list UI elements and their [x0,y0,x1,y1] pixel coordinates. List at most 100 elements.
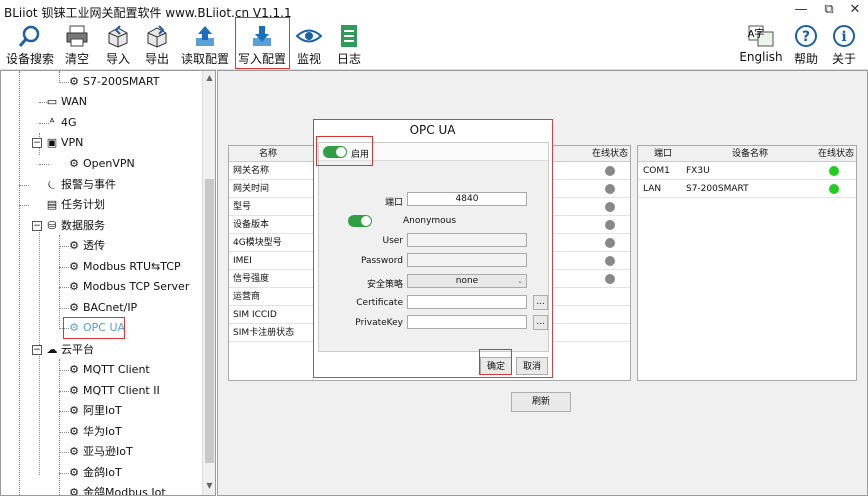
box-import-icon [108,25,128,48]
opcua-highlight [63,317,125,339]
monitor-button[interactable]: 监视 [294,22,324,68]
collapse-data-service-icon[interactable]: − [32,221,42,231]
collapse-vpn-icon[interactable]: − [32,138,42,148]
password-label: Password [360,256,403,266]
log-button[interactable]: 日志 [334,22,364,68]
printer-icon [66,25,88,47]
header-device: 设备名称 [732,149,769,159]
scroll-up-icon[interactable]: ▲ [203,73,215,82]
table-row[interactable]: COM1 FX3U [638,162,856,180]
import-button[interactable]: 导入 [104,22,132,68]
offline-indicator [605,220,615,230]
device-icon: ⚙ [69,75,79,88]
security-policy-select[interactable]: none ⌄ [407,274,527,288]
tree-item-passthrough[interactable]: ⚙ 透传 [67,236,105,256]
refresh-button[interactable]: 刷新 [511,392,571,412]
export-button[interactable]: 导出 [142,22,172,68]
gear-icon: ⚙ [69,280,79,293]
tree-item-amazon[interactable]: ⚙ 亚马逊IoT [67,442,133,462]
user-input[interactable] [407,233,527,247]
sidebar-scrollbar[interactable]: ▲ ▼ [202,71,215,495]
offline-indicator [605,238,615,248]
tree-item-openvpn[interactable]: ⚙ OpenVPN [67,154,135,174]
row-label: SIM ICCID [233,310,277,320]
header-name: 名称 [259,149,278,159]
box-export-icon [147,25,167,48]
row-label: 型号 [233,202,252,212]
password-input[interactable] [407,253,527,267]
private-key-browse-button[interactable]: ... [533,315,548,330]
tree-item-4g[interactable]: ᴬ 4G [45,113,77,133]
about-button[interactable]: i 关于 [830,22,858,68]
upload-icon [196,26,214,46]
device-status-panel: 端口 设备名称 在线状态 COM1 FX3U LAN S7-200SMART [637,145,857,381]
row-label: SIM卡注册状态 [233,328,295,338]
tree-item-vpn[interactable]: ▣ VPN [45,133,84,153]
online-indicator [829,166,839,176]
port-label: 端口 [384,198,403,208]
tree-item-alarm[interactable]: ⏾ 报警与事件 [45,175,116,195]
clear-button[interactable]: 清空 [62,22,92,68]
calendar-icon: ▤ [46,198,58,211]
restore-button[interactable]: ⧉ [818,2,840,17]
dialog-body: 启用 端口 4840 Anonymous User Password 安全策略 … [318,142,549,352]
help-icon: ? [795,25,817,47]
tree-item-last[interactable]: ⚙ 金鸽Modbus Iot [67,483,166,495]
port-input[interactable]: 4840 [407,192,527,206]
svg-text:?: ? [802,29,810,45]
document-icon [341,25,357,47]
sidebar-tree: ⚙ S7-200SMART ▭ WAN ᴬ 4G − ▣ VPN ⚙ OpenVPN ⏾ 报… [0,70,216,496]
tree-item-s7[interactable]: ⚙ S7-200SMART [67,72,159,92]
help-button[interactable]: ? 帮助 [792,22,820,68]
close-button[interactable]: ✕ [844,2,866,17]
row-label: 信号强度 [233,274,270,284]
cancel-button[interactable]: 取消 [516,357,548,375]
private-key-input[interactable] [407,315,527,329]
tree-item-bacnet[interactable]: ⚙ BACnet/IP [67,298,137,318]
collapse-cloud-icon[interactable]: − [32,345,42,355]
offline-indicator [605,202,615,212]
offline-indicator [605,184,615,194]
tree-item-cloud[interactable]: ☁ 云平台 [45,340,95,360]
tree-item-data-service[interactable]: ⛁ 数据服务 [45,216,105,236]
scroll-thumb[interactable] [205,179,214,463]
certificate-input[interactable] [407,295,527,309]
title-bar: BLiiot 钡铼工业网关配置软件 www.BLiiot.cn V1.1.1 —… [0,0,868,22]
read-config-button[interactable]: 读取配置 [180,22,230,68]
tree-item-mqtt[interactable]: ⚙ MQTT Client [67,360,150,380]
tree-item-modbus-tcp-server[interactable]: ⚙ Modbus TCP Server [67,277,189,297]
device-status-header: 端口 设备名称 在线状态 [638,146,856,162]
minimize-button[interactable]: — [790,2,812,17]
row-label: 设备版本 [233,220,270,230]
tree-item-wan[interactable]: ▭ WAN [45,92,87,112]
row-label: 运营商 [233,292,261,302]
chevron-down-icon: ⌄ [517,277,523,285]
user-label: User [382,236,403,246]
toolbar: 设备搜索 清空 导入 导出 读取配置 写入配置 监视 日志 A字 English… [0,17,868,70]
device-search-button[interactable]: 设备搜索 [4,22,56,68]
gear-icon: ⚙ [69,239,79,252]
gear-icon: ⚙ [69,425,79,438]
svg-text:i: i [841,29,846,45]
gear-icon: ⚙ [69,486,79,495]
tree-item-ali[interactable]: ⚙ 阿里IoT [67,401,122,421]
router-icon: ▭ [46,95,58,108]
tree-item-jinger[interactable]: ⚙ 金鸽IoT [67,463,122,483]
table-row[interactable]: LAN S7-200SMART [638,180,856,198]
gear-icon: ⚙ [69,157,79,170]
offline-indicator [605,274,615,284]
write-config-highlight [235,17,290,69]
anonymous-toggle[interactable] [348,215,372,227]
certificate-label: Certificate [356,298,403,308]
scroll-down-icon[interactable]: ▼ [203,481,215,490]
row-label: 网关名称 [233,166,270,176]
policy-label: 安全策略 [366,280,403,290]
tree-item-modbus-rtu-tcp[interactable]: ⚙ Modbus RTU⇆TCP [67,257,181,277]
database-icon: ⛁ [47,219,57,232]
row-label: 网关时间 [233,184,270,194]
tree-item-mqtt2[interactable]: ⚙ MQTT Client II [67,381,160,401]
tree-item-task[interactable]: ▤ 任务计划 [45,195,105,215]
tree-item-huawei[interactable]: ⚙ 华为IoT [67,422,122,442]
certificate-browse-button[interactable]: ... [533,295,548,310]
english-button[interactable]: A字 English [738,22,784,68]
